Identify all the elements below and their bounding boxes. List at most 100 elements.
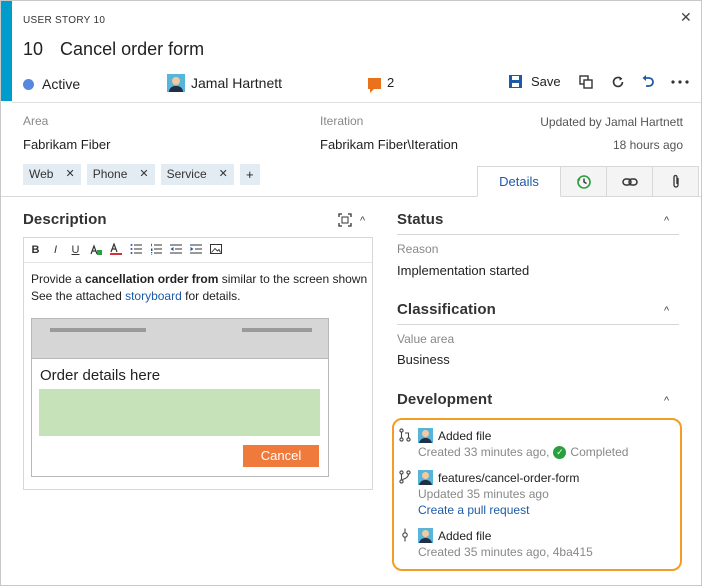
save-button[interactable]: Save bbox=[509, 74, 561, 89]
tag[interactable]: Phone ✕ bbox=[86, 164, 155, 185]
work-item-id: 10 bbox=[23, 39, 44, 59]
format-toolbar: B I U bbox=[24, 238, 372, 263]
collapse-status-icon[interactable]: ^ bbox=[664, 215, 669, 227]
attachment-icon bbox=[672, 174, 679, 188]
copy-icon[interactable] bbox=[578, 74, 594, 90]
collapse-classification-icon[interactable]: ^ bbox=[664, 305, 669, 317]
highlight-icon[interactable] bbox=[90, 243, 102, 258]
save-label: Save bbox=[531, 74, 561, 89]
tag-list: Web ✕ Phone ✕ Service ✕ + bbox=[23, 164, 260, 185]
avatar bbox=[418, 428, 433, 443]
mock-heading: Order details here bbox=[40, 367, 161, 384]
discussion-count[interactable]: 2 bbox=[368, 75, 395, 93]
dev-item-subtitle: Updated 35 minutes ago bbox=[418, 487, 549, 501]
history-icon bbox=[576, 174, 591, 189]
create-pull-request-link[interactable]: Create a pull request bbox=[418, 503, 529, 517]
remove-tag-icon[interactable]: ✕ bbox=[65, 164, 74, 185]
mock-placeholder-bar bbox=[242, 328, 312, 332]
tab-links[interactable] bbox=[607, 166, 653, 197]
work-item-type-color-bar bbox=[1, 1, 12, 101]
mock-content-area bbox=[39, 389, 320, 436]
insert-image-icon[interactable] bbox=[210, 243, 222, 258]
state-label: Active bbox=[42, 76, 81, 92]
dev-item-title[interactable]: features/cancel-order-form bbox=[438, 471, 579, 485]
increase-indent-icon[interactable] bbox=[190, 243, 202, 258]
decrease-indent-icon[interactable] bbox=[170, 243, 182, 258]
collapse-development-icon[interactable]: ^ bbox=[664, 395, 669, 407]
tab-attachments[interactable] bbox=[653, 166, 699, 197]
tag-label: Web bbox=[29, 167, 54, 181]
undo-icon[interactable] bbox=[640, 74, 656, 90]
mock-header bbox=[32, 319, 328, 359]
value-area-field[interactable]: Business bbox=[397, 352, 450, 367]
remove-tag-icon[interactable]: ✕ bbox=[139, 164, 148, 185]
branch-icon bbox=[398, 470, 412, 487]
assigned-to-field[interactable]: Jamal Hartnett bbox=[167, 74, 282, 92]
dev-item-title[interactable]: Added file bbox=[438, 529, 491, 543]
work-item-form: USER STORY 10 ✕ 10 Cancel order form Act… bbox=[0, 0, 702, 586]
remove-tag-icon[interactable]: ✕ bbox=[219, 164, 228, 185]
tag[interactable]: Web ✕ bbox=[23, 164, 81, 185]
development-links-highlight: Added file Created 33 minutes ago, ✓ Com… bbox=[392, 418, 682, 571]
description-editor[interactable]: B I U Provide a cancellation order from … bbox=[23, 237, 373, 490]
comment-icon bbox=[368, 78, 381, 93]
maximize-icon[interactable] bbox=[338, 213, 352, 230]
refresh-icon[interactable] bbox=[610, 74, 626, 90]
tab-bar: Details bbox=[477, 166, 699, 197]
avatar bbox=[418, 470, 433, 485]
save-icon bbox=[509, 75, 522, 88]
work-item-type-label: USER STORY 10 bbox=[23, 15, 106, 26]
status-divider bbox=[397, 234, 679, 235]
add-tag-button[interactable]: + bbox=[239, 164, 260, 185]
completed-check-icon: ✓ bbox=[553, 445, 567, 459]
close-icon[interactable]: ✕ bbox=[680, 9, 692, 26]
avatar bbox=[167, 74, 185, 92]
bullet-list-icon[interactable] bbox=[130, 243, 142, 258]
status-heading: Status bbox=[397, 211, 444, 228]
area-field[interactable]: Fabrikam Fiber bbox=[23, 137, 110, 152]
value-area-label: Value area bbox=[397, 332, 455, 346]
commit-icon bbox=[398, 528, 412, 545]
work-item-title[interactable]: 10 Cancel order form bbox=[23, 39, 204, 60]
numbered-list-icon[interactable] bbox=[150, 243, 162, 258]
storyboard-link[interactable]: storyboard bbox=[125, 289, 182, 303]
collapse-description-icon[interactable]: ^ bbox=[360, 215, 365, 227]
description-heading: Description bbox=[23, 211, 107, 228]
tab-details[interactable]: Details bbox=[477, 166, 561, 197]
reason-field[interactable]: Implementation started bbox=[397, 263, 529, 278]
comment-count: 2 bbox=[387, 75, 395, 90]
work-item-title-text[interactable]: Cancel order form bbox=[60, 39, 204, 59]
dev-item-status: Completed bbox=[570, 445, 629, 459]
mock-cancel-button: Cancel bbox=[243, 445, 319, 467]
dev-item-title[interactable]: Added file bbox=[438, 429, 491, 443]
bold-button[interactable]: B bbox=[30, 244, 41, 256]
state-selector[interactable]: Active bbox=[23, 76, 80, 92]
storyboard-image: Order details here Cancel bbox=[31, 318, 329, 477]
tab-history[interactable] bbox=[561, 166, 607, 197]
updated-by[interactable]: Updated by Jamal Hartnett bbox=[540, 115, 683, 129]
more-actions-icon[interactable] bbox=[671, 74, 689, 90]
tag-label: Phone bbox=[92, 167, 128, 181]
italic-button[interactable]: I bbox=[50, 244, 61, 256]
state-dot-icon bbox=[23, 78, 34, 90]
iteration-field[interactable]: Fabrikam Fiber\Iteration bbox=[320, 137, 458, 152]
mock-placeholder-bar bbox=[50, 328, 146, 332]
pull-request-icon bbox=[398, 428, 412, 445]
avatar bbox=[418, 528, 433, 543]
iteration-label: Iteration bbox=[320, 114, 364, 128]
underline-button[interactable]: U bbox=[70, 244, 81, 256]
classification-divider bbox=[397, 324, 679, 325]
development-heading: Development bbox=[397, 391, 493, 408]
font-color-icon[interactable] bbox=[110, 241, 122, 258]
updated-time: 18 hours ago bbox=[612, 138, 683, 152]
tag[interactable]: Service ✕ bbox=[160, 164, 234, 185]
classification-heading: Classification bbox=[397, 301, 496, 318]
dev-item-subtitle: Created 33 minutes ago, bbox=[418, 445, 550, 459]
dev-item-subtitle: Created 35 minutes ago, 4ba415 bbox=[418, 545, 593, 559]
reason-label: Reason bbox=[397, 242, 439, 256]
header-divider bbox=[12, 102, 701, 103]
description-text: Provide a cancellation order from simila… bbox=[31, 272, 368, 303]
area-label: Area bbox=[23, 114, 49, 128]
link-icon bbox=[621, 177, 638, 186]
tag-label: Service bbox=[166, 167, 207, 181]
